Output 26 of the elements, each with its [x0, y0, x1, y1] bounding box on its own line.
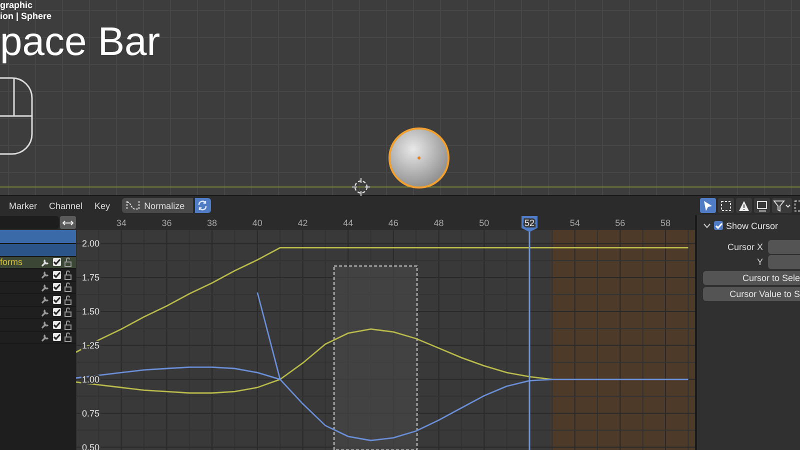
x-tick-label: 54 — [570, 218, 580, 228]
x-tick-label: 42 — [298, 218, 308, 228]
y-tick-label: 1.50 — [82, 306, 100, 316]
x-tick-label: 40 — [252, 218, 262, 228]
x-tick-label: 50 — [479, 218, 490, 228]
x-tick-label: 44 — [343, 218, 354, 228]
x-tick-label: 36 — [162, 218, 172, 228]
show-cursor-label: Show Cursor — [726, 220, 778, 230]
y-tick-label: 1.00 — [82, 374, 100, 384]
channel-label: forms — [0, 257, 22, 268]
y-tick-label: 0.50 — [82, 442, 100, 450]
y-tick-label: 2.00 — [82, 238, 100, 249]
field-label: Cursor X — [726, 242, 763, 252]
field-label: Y — [756, 257, 763, 267]
x-tick-label: 46 — [388, 218, 398, 228]
x-tick-label: 48 — [434, 218, 444, 228]
x-tick-label: 52 — [524, 218, 534, 228]
y-tick-label: 1.75 — [82, 272, 100, 283]
key-label: pace Bar — [0, 22, 162, 62]
x-tick-label: 34 — [116, 218, 126, 228]
overlay-text: graphic — [0, 0, 34, 11]
x-tick-label: 58 — [660, 218, 671, 228]
y-tick-label: 0.75 — [82, 408, 100, 418]
overlay-text: ion | Sphere — [0, 11, 53, 22]
x-tick-label: 38 — [207, 218, 218, 228]
x-tick-label: 56 — [615, 218, 626, 228]
